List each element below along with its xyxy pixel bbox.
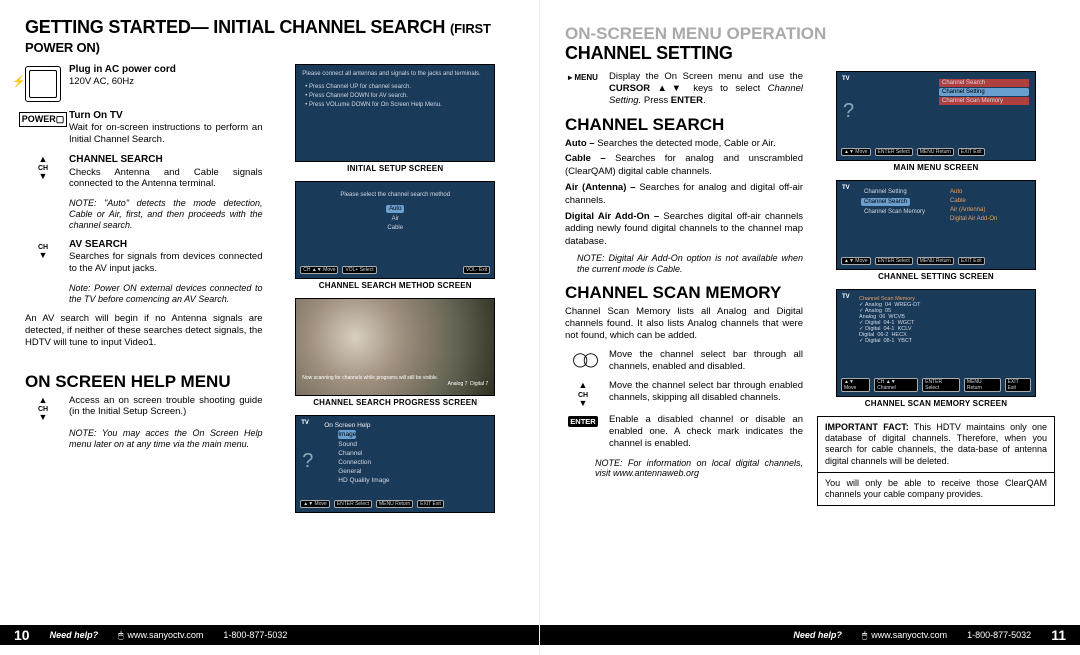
main-menu-caption: MAIN MENU SCREEN xyxy=(817,163,1055,172)
ch-search-body: Checks Antenna and Cable signals connect… xyxy=(69,167,263,190)
footer-url: www.sanyoctv.com xyxy=(862,630,947,641)
ch-icon: ▲CH▼ xyxy=(30,397,56,421)
scanmem-caption: CHANNEL SCAN MEMORY SCREEN xyxy=(817,399,1055,408)
page-number: 11 xyxy=(1051,627,1066,643)
important-fact-box: IMPORTANT FACT: This HDTV maintains only… xyxy=(817,416,1055,507)
search-method-caption: CHANNEL SEARCH METHOD SCREEN xyxy=(277,281,515,290)
plug-title: Plug in AC power cord xyxy=(69,64,263,77)
ch-up-down-icon: ▲CH▼ xyxy=(30,156,56,180)
page-10: GETTING STARTED— INITIAL CHANNEL SEARCH … xyxy=(0,0,540,655)
eyes-icon: ◯◯ xyxy=(572,351,593,368)
scan-note: NOTE: For information on local digital c… xyxy=(595,458,803,480)
addon-note: NOTE: Digital Air Add-On option is not a… xyxy=(577,253,803,275)
menu-instruction: Display the On Screen menu and use the C… xyxy=(609,71,803,107)
addon-line: Digital Air Add-On – Searches digital of… xyxy=(565,211,803,249)
enter-body: Enable a disabled channel or disable an … xyxy=(609,414,803,450)
need-help-label: Need help? xyxy=(50,630,99,640)
help-note: NOTE: You may acces the On Screen Help m… xyxy=(69,428,263,450)
cable-line: Cable – Searches for analog and unscramb… xyxy=(565,153,803,179)
auto-line: Auto – Searches the detected mode, Cable… xyxy=(565,138,803,151)
air-line: Air (Antenna) – Searches for analog and … xyxy=(565,182,803,208)
initial-setup-caption: INITIAL SETUP SCREEN xyxy=(277,164,515,173)
page-11: ON-SCREEN MENU OPERATION CHANNEL SETTING… xyxy=(540,0,1080,655)
footer-left: 10 Need help? www.sanyoctv.com 1-800-877… xyxy=(0,625,539,645)
eyes2: Move the channel select bar through enab… xyxy=(609,380,803,406)
main-menu-screenshot: TV? Channel Search Channel Setting Chann… xyxy=(836,71,1036,161)
menu-icon: ▸ MENU xyxy=(568,73,598,82)
scanmem-screenshot: TV Channel Scan Memory ✓ Analog 04 WREG-… xyxy=(836,289,1036,397)
footer-phone: 1-800-877-5032 xyxy=(967,630,1031,640)
search-progress-caption: CHANNEL SEARCH PROGRESS SCREEN xyxy=(277,398,515,407)
help-title: ON SCREEN HELP MENU xyxy=(25,372,263,392)
footer-phone: 1-800-877-5032 xyxy=(223,630,287,640)
ch-search-title: CHANNEL SEARCH xyxy=(565,115,803,135)
av-search-body: Searches for signals from devices connec… xyxy=(69,251,263,274)
plug-sub: 120V AC, 60Hz xyxy=(69,76,134,87)
turn-on-body: Wait for on-screen instructions to perfo… xyxy=(69,122,263,145)
plug-icon xyxy=(25,66,61,102)
power-icon: POWER▢ xyxy=(19,112,68,127)
setting-caption: CHANNEL SETTING SCREEN xyxy=(817,272,1055,281)
av-search-title: AV SEARCH xyxy=(69,239,263,252)
page-title: CHANNEL SETTING xyxy=(565,44,1055,63)
title-main: GETTING STARTED— INITIAL CHANNEL SEARCH xyxy=(25,17,445,37)
av-search-note: Note: Power ON external devices connecte… xyxy=(69,283,263,305)
page-title: GETTING STARTED— INITIAL CHANNEL SEARCH … xyxy=(25,18,514,56)
help-body: Access an on screen trouble shooting gui… xyxy=(69,395,263,421)
initial-setup-screenshot: Please connect all antennas and signals … xyxy=(295,64,495,162)
ch-search-note: NOTE: "Auto" detects the mode detection,… xyxy=(69,198,263,230)
search-method-screenshot: Please select the channel search method … xyxy=(295,181,495,279)
footer-url: www.sanyoctv.com xyxy=(118,630,203,641)
scanmem-title: CHANNEL SCAN MEMORY xyxy=(565,283,803,303)
search-progress-screenshot: Now scanning for channels while programs… xyxy=(295,298,495,396)
help-screenshot: TV ? On Screen Help Image Sound Channel … xyxy=(295,415,495,513)
turn-on-title: Turn On TV xyxy=(69,110,263,123)
footer-right: Need help? www.sanyoctv.com 1-800-877-50… xyxy=(540,625,1080,645)
enter-icon: ENTER xyxy=(568,416,597,427)
pre-title: ON-SCREEN MENU OPERATION xyxy=(565,24,1055,44)
need-help-label: Need help? xyxy=(793,630,842,640)
setting-screenshot: TV Channel Setting Channel Search Channe… xyxy=(836,180,1036,270)
ch-icon: CH▼ xyxy=(30,241,56,258)
page-number: 10 xyxy=(14,627,30,643)
ch-icon: ▲CH▼ xyxy=(570,382,596,406)
ch-search-title: CHANNEL SEARCH xyxy=(69,154,263,167)
eyes1: Move the channel select bar through all … xyxy=(609,349,803,373)
av-paragraph: An AV search will begin if no Antenna si… xyxy=(25,313,263,350)
scanmem-intro: Channel Scan Memory lists all Analog and… xyxy=(565,306,803,343)
